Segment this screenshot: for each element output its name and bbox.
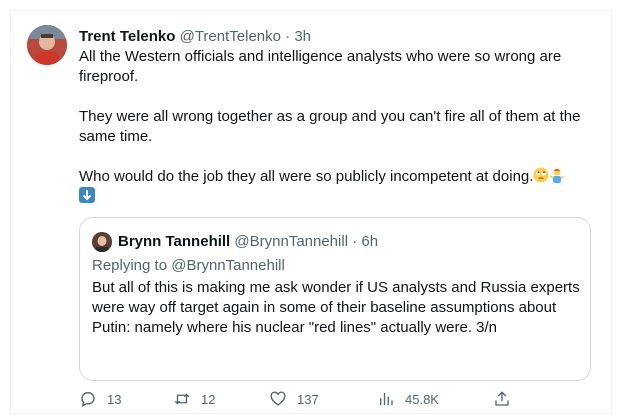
tweet-paragraph-3-wrap: Who would do the job they all were so pu… (79, 167, 599, 187)
quoted-tweet-header: Brynn Tannehill @BrynnTannehill · 6h (118, 232, 378, 252)
views-count: 45.8K (405, 391, 439, 407)
like-icon (270, 391, 286, 406)
like-button[interactable]: 137 (269, 387, 319, 411)
author-handle[interactable]: @TrentTelenko (180, 28, 281, 45)
tweet-paragraph-4 (79, 187, 599, 207)
quoted-tweet-time[interactable]: 6h (361, 233, 378, 250)
views-button[interactable]: 45.8K (377, 387, 439, 411)
share-button[interactable] (493, 387, 511, 411)
separator-dot: · (285, 28, 291, 45)
retweet-count: 12 (201, 391, 216, 407)
tweet-actions: 13 12 137 45.8K (79, 387, 599, 411)
tweet-paragraph-1: All the Western officials and intelligen… (79, 48, 562, 85)
tweet-text: All the Western officials and intelligen… (79, 47, 599, 207)
tweet-card[interactable]: Trent Telenko @TrentTelenko · 3h All the… (10, 10, 612, 414)
reply-icon (81, 392, 95, 408)
views-icon (380, 393, 393, 405)
rolling-eyes-emoji (533, 167, 549, 183)
tweet-time[interactable]: 3h (294, 28, 311, 45)
quoted-author-name[interactable]: Brynn Tannehill (118, 233, 230, 250)
share-icon (495, 391, 509, 406)
reply-button[interactable]: 13 (79, 387, 121, 411)
quoted-tweet[interactable]: Brynn Tannehill @BrynnTannehill · 6h Rep… (79, 217, 591, 381)
retweet-icon (174, 393, 190, 405)
tweet-paragraph-3: Who would do the job they all were so pu… (79, 168, 534, 185)
separator-dot: · (352, 233, 358, 250)
person-shrugging-emoji (549, 168, 565, 183)
quoted-tweet-text: But all of this is making me ask wonder … (92, 279, 580, 336)
replying-to[interactable]: Replying to @BrynnTannehill (92, 256, 285, 276)
author-avatar[interactable] (27, 25, 67, 65)
like-count: 137 (297, 391, 319, 407)
reply-count: 13 (107, 391, 122, 407)
retweet-button[interactable]: 12 (173, 387, 215, 411)
quoted-author-handle[interactable]: @BrynnTannehill (234, 233, 348, 250)
down-arrow-emoji (79, 187, 95, 203)
tweet-paragraph-2: They were all wrong together as a group … (79, 108, 581, 145)
author-name[interactable]: Trent Telenko (79, 28, 175, 45)
tweet-header: Trent Telenko @TrentTelenko · 3h (79, 27, 311, 47)
quoted-author-avatar[interactable] (92, 232, 112, 252)
